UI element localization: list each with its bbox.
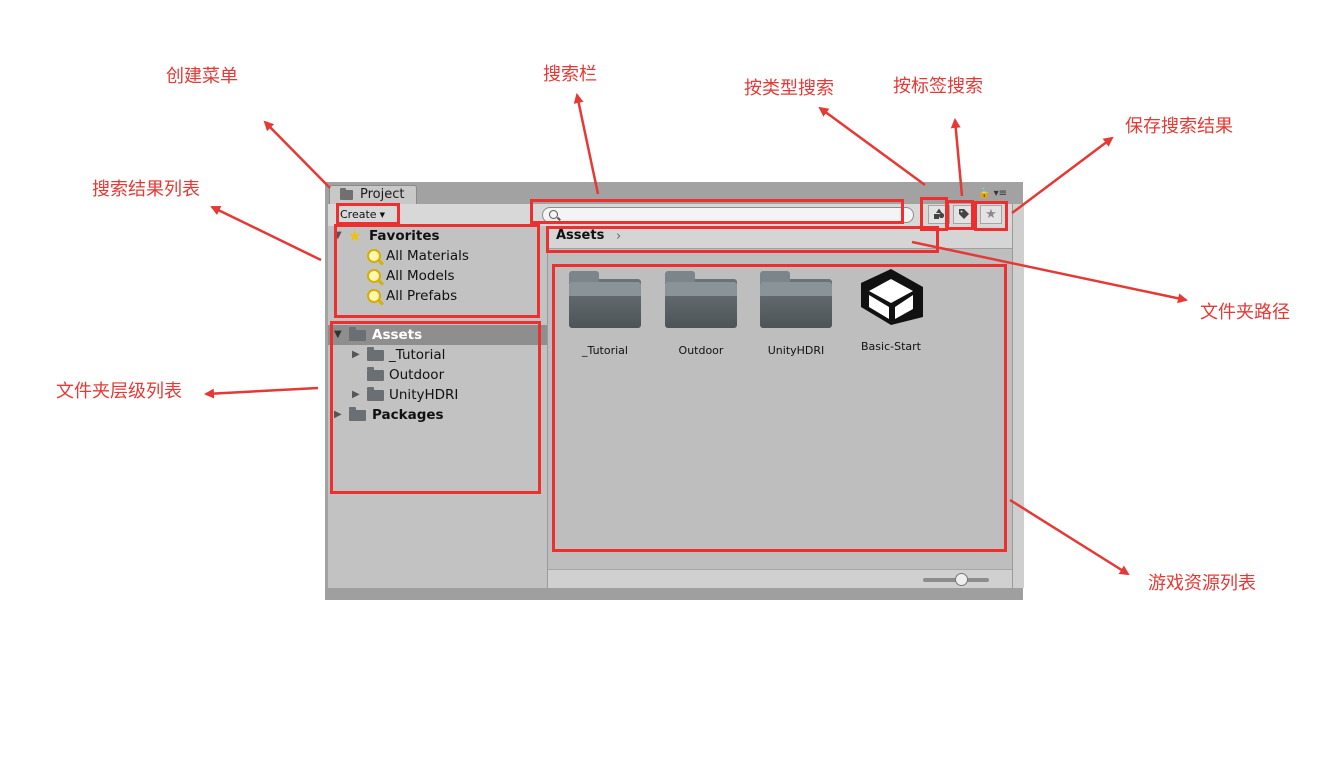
- annotation-folder-hierarchy: 文件夹层级列表: [56, 381, 182, 402]
- annotation-create-menu: 创建菜单: [166, 66, 238, 87]
- annotation-search-bar: 搜索栏: [543, 64, 597, 85]
- annotation-search-by-type: 按类型搜索: [744, 78, 834, 99]
- annotation-search-results-list: 搜索结果列表: [92, 179, 200, 200]
- annotation-save-search: 保存搜索结果: [1125, 116, 1233, 137]
- annotation-folder-path: 文件夹路径: [1200, 302, 1290, 323]
- annotation-search-by-label: 按标签搜索: [893, 76, 983, 97]
- annotation-asset-list: 游戏资源列表: [1148, 573, 1256, 594]
